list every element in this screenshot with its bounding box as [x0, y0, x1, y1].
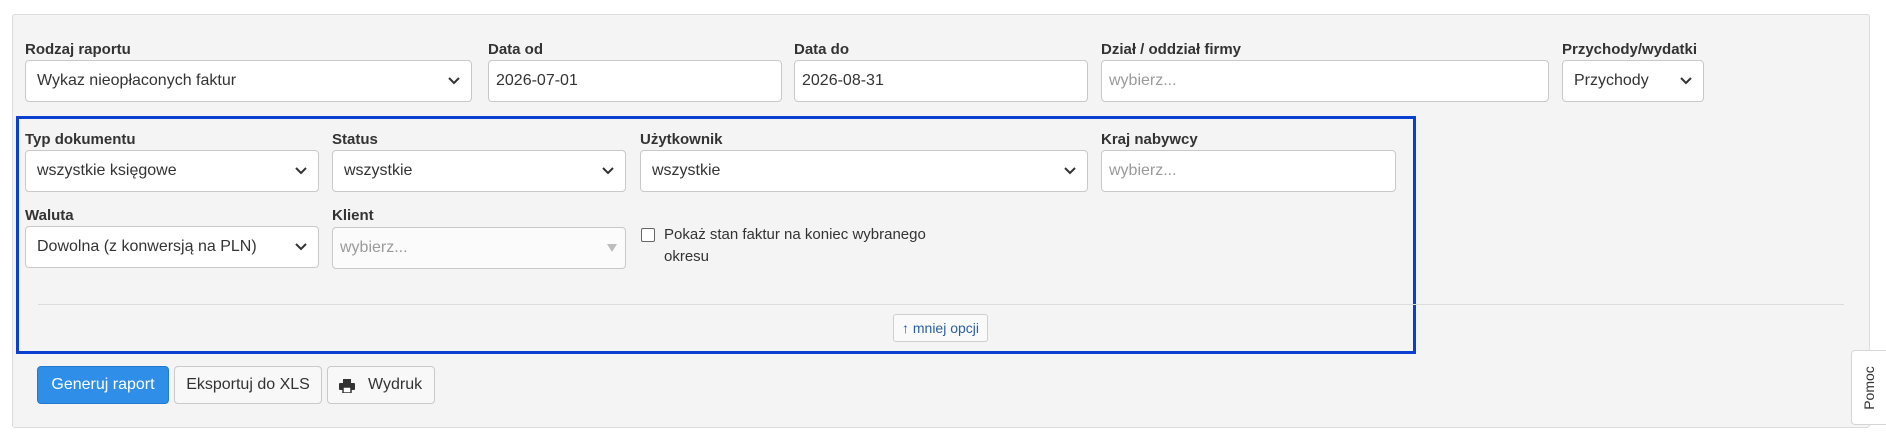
help-tab[interactable]: Pomoc: [1851, 350, 1886, 425]
help-tab-label: Pomoc: [1861, 365, 1877, 410]
date-to-value: 2026-08-31: [802, 72, 884, 89]
chevron-down-icon: [295, 243, 307, 251]
department-label: Dział / oddział firmy: [1101, 41, 1242, 58]
export-xls-button[interactable]: Eksportuj do XLS: [174, 366, 322, 404]
user-label: Użytkownik: [640, 131, 723, 148]
report-type-value: Wykaz nieopłaconych faktur: [37, 72, 237, 89]
section-divider: [38, 304, 1844, 305]
printer-icon: [339, 379, 355, 393]
generate-report-button[interactable]: Generuj raport: [37, 366, 169, 404]
show-state-label-line1: Pokaż stan faktur na koniec wybranego: [664, 226, 926, 243]
report-type-select[interactable]: Wykaz nieopłaconych faktur: [25, 60, 472, 102]
date-to-input[interactable]: 2026-08-31: [794, 60, 1088, 102]
client-select[interactable]: wybierz...: [332, 227, 626, 269]
chevron-down-icon: [1680, 77, 1692, 85]
document-type-value: wszystkie księgowe: [37, 162, 177, 179]
income-expense-value: Przychody: [1574, 72, 1649, 89]
chevron-down-icon: [1064, 167, 1076, 175]
report-type-label: Rodzaj raportu: [25, 41, 131, 58]
show-state-label-line2: okresu: [664, 248, 710, 265]
chevron-down-icon: [448, 77, 460, 85]
user-select[interactable]: wszystkie: [640, 150, 1088, 192]
triangle-down-icon: [607, 244, 617, 252]
client-placeholder: wybierz...: [340, 239, 408, 256]
chevron-down-icon: [295, 167, 307, 175]
print-button[interactable]: Wydruk: [327, 366, 435, 404]
buyer-country-placeholder: wybierz...: [1109, 162, 1177, 179]
income-expense-select[interactable]: Przychody: [1562, 60, 1704, 102]
date-from-input[interactable]: 2026-07-01: [488, 60, 782, 102]
client-label: Klient: [332, 207, 374, 224]
buyer-country-input[interactable]: wybierz...: [1101, 150, 1396, 192]
date-from-label: Data od: [488, 41, 544, 58]
show-state-checkbox-label[interactable]: Pokaż stan faktur na koniec wybranego ok…: [664, 224, 964, 268]
print-label: Wydruk: [368, 376, 423, 393]
currency-label: Waluta: [25, 207, 74, 224]
status-label: Status: [332, 131, 378, 148]
currency-select[interactable]: Dowolna (z konwersją na PLN): [25, 226, 319, 268]
show-state-checkbox[interactable]: [641, 228, 655, 242]
status-value: wszystkie: [344, 162, 413, 179]
currency-value: Dowolna (z konwersją na PLN): [37, 238, 257, 255]
status-select[interactable]: wszystkie: [332, 150, 626, 192]
date-to-label: Data do: [794, 41, 850, 58]
less-options-button[interactable]: ↑ mniej opcji: [893, 314, 988, 342]
department-placeholder: wybierz...: [1109, 72, 1177, 89]
income-expense-label: Przychody/wydatki: [1562, 41, 1698, 58]
date-from-value: 2026-07-01: [496, 72, 578, 89]
buyer-country-label: Kraj nabywcy: [1101, 131, 1198, 148]
chevron-down-icon: [602, 167, 614, 175]
document-type-label: Typ dokumentu: [25, 131, 136, 148]
document-type-select[interactable]: wszystkie księgowe: [25, 150, 319, 192]
user-value: wszystkie: [652, 162, 721, 179]
department-input[interactable]: wybierz...: [1101, 60, 1549, 102]
